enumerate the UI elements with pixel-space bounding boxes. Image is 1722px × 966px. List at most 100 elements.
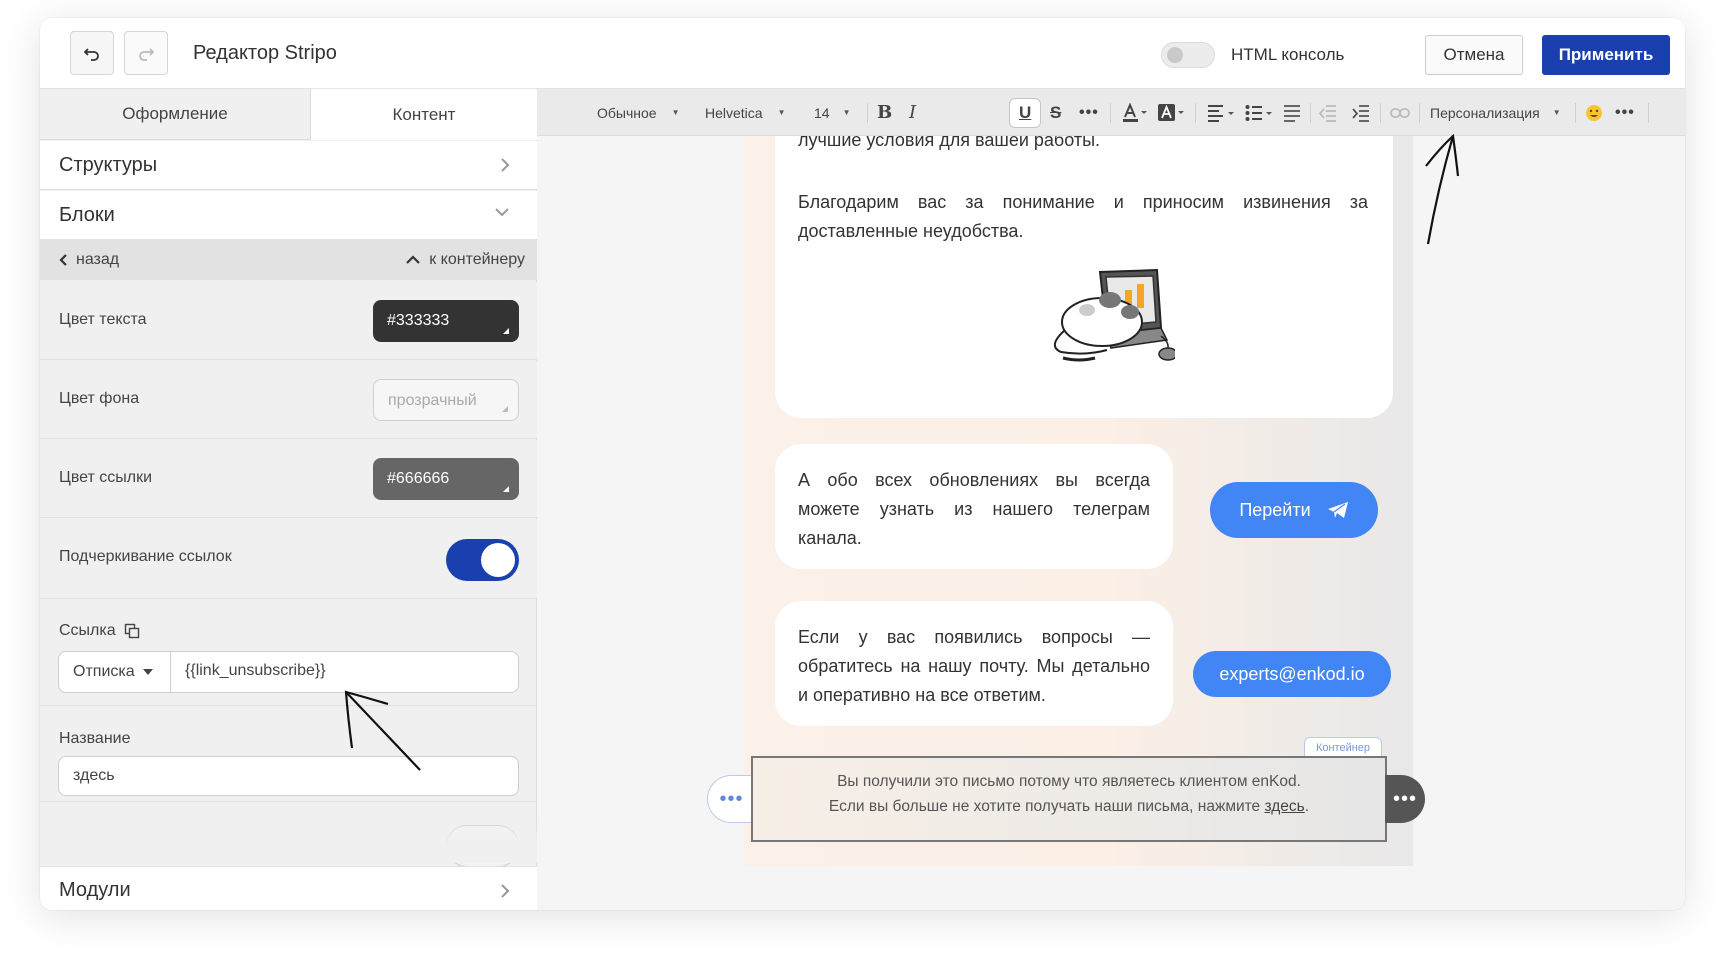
personalization-label: Персонализация: [1430, 104, 1540, 121]
divider: [867, 103, 868, 123]
highlight-color-icon[interactable]: [1157, 89, 1185, 136]
bg-color-placeholder: прозрачный: [388, 392, 477, 409]
telegram-card[interactable]: А обо всех обновлениях вы всегда можете …: [775, 444, 1173, 569]
font-size-value: 14: [814, 104, 830, 121]
accordion-structures[interactable]: Структуры: [40, 141, 537, 190]
font-select[interactable]: Helvetica ▼: [705, 89, 786, 136]
link-color-picker[interactable]: #666666: [373, 458, 519, 500]
font-size-select[interactable]: 14 ▼: [814, 89, 851, 136]
caret-down-icon: ▼: [777, 108, 786, 117]
font-value: Helvetica: [705, 104, 763, 121]
underline-icon[interactable]: U: [1019, 89, 1031, 136]
go-telegram-button[interactable]: Перейти: [1210, 482, 1378, 538]
outdent-icon[interactable]: [1319, 89, 1337, 136]
footer-line-1: Вы получили это письмо потому что являет…: [837, 773, 1301, 790]
strikethrough-icon[interactable]: S: [1050, 89, 1061, 136]
to-container-link[interactable]: к контейнеру: [405, 251, 525, 269]
text-color-picker[interactable]: #333333: [373, 300, 519, 342]
message-card[interactable]: лучшие условия для вашей работы. Благода…: [775, 136, 1393, 418]
bold-icon[interactable]: B: [877, 89, 892, 136]
copy-icon[interactable]: [124, 623, 140, 639]
scroll-fade: [40, 819, 537, 863]
indent-icon[interactable]: [1352, 89, 1370, 136]
block-actions-right-button[interactable]: •••: [1385, 775, 1425, 823]
divider: [1310, 103, 1311, 123]
italic-icon[interactable]: I: [909, 89, 916, 136]
toggle-knob: [481, 543, 515, 577]
redo-icon: [139, 48, 155, 61]
email-editor: Обычное ▼ Helvetica ▼ 14 ▼ B I U S ••• П…: [537, 89, 1685, 910]
undo-icon: [83, 48, 99, 61]
underline-links-label: Подчеркивание ссылок: [59, 548, 232, 565]
paragraph-style-select[interactable]: Обычное ▼: [597, 89, 680, 136]
block-actions-left-button[interactable]: •••: [707, 775, 755, 823]
bg-color-picker[interactable]: прозрачный: [373, 379, 519, 421]
redo-button[interactable]: [124, 31, 168, 75]
sleeping-cat-laptop-image[interactable]: [1045, 266, 1175, 366]
modules-label: Модули: [59, 879, 131, 901]
back-link[interactable]: назад: [58, 251, 119, 269]
footer-line-2: Если вы больше не хотите получать наши п…: [753, 794, 1385, 819]
text-color-value: #333333: [387, 312, 450, 329]
email-button[interactable]: experts@enkod.io: [1193, 651, 1391, 697]
editor-window: Редактор Stripo HTML консоль Отмена Прим…: [40, 18, 1685, 910]
text-toolbar: Обычное ▼ Helvetica ▼ 14 ▼ B I U S ••• П…: [537, 89, 1685, 136]
link-type-value: Отписка: [73, 663, 135, 680]
toggle-knob: [1167, 47, 1183, 63]
link-settings: Ссылка Отписка {{link_unsubscribe}}: [40, 600, 537, 706]
caret-down-icon: ▼: [1552, 108, 1561, 117]
divider: [1380, 103, 1381, 123]
text-color-row: Цвет текста #333333: [40, 282, 537, 360]
bg-color-label: Цвет фона: [59, 390, 140, 407]
divider: [1110, 103, 1111, 123]
html-console-label: HTML консоль: [1231, 45, 1345, 64]
block-navigation: назад к контейнеру: [40, 240, 537, 280]
footer-period: .: [1304, 798, 1310, 815]
line-height-icon[interactable]: [1283, 89, 1301, 136]
chevron-right-icon: [501, 158, 510, 172]
resize-corner-icon: [503, 486, 509, 492]
cut-off-paragraph[interactable]: лучшие условия для вашей работы.: [798, 136, 1368, 155]
divider: [1648, 103, 1649, 123]
more-options-icon[interactable]: •••: [1615, 89, 1635, 136]
unsubscribe-footer[interactable]: Вы получили это письмо потому что являет…: [751, 756, 1387, 842]
tab-content[interactable]: Контент: [310, 89, 537, 140]
name-input[interactable]: здесь: [58, 756, 519, 796]
top-bar: Редактор Stripo HTML консоль Отмена Прим…: [40, 18, 1685, 89]
footer-line-2-text: Если вы больше не хотите получать наши п…: [828, 798, 1261, 815]
paragraph-style-value: Обычное: [597, 104, 657, 121]
link-icon[interactable]: [1390, 89, 1410, 136]
back-label: назад: [76, 251, 120, 268]
bg-color-row: Цвет фона прозрачный: [40, 361, 537, 439]
updates-paragraph[interactable]: А обо всех обновлениях вы всегда можете …: [798, 466, 1150, 553]
questions-card[interactable]: Если у вас появились вопросы — обратитес…: [775, 601, 1173, 726]
link-color-row: Цвет ссылки #666666: [40, 440, 537, 518]
questions-paragraph[interactable]: Если у вас появились вопросы — обратитес…: [798, 623, 1150, 710]
accordion-modules[interactable]: Модули: [40, 866, 537, 910]
tab-design[interactable]: Оформление: [40, 89, 310, 140]
link-type-select[interactable]: Отписка: [59, 652, 171, 692]
more-format-icon[interactable]: •••: [1079, 89, 1099, 136]
align-icon[interactable]: [1207, 89, 1235, 136]
blocks-label: Блоки: [59, 204, 115, 226]
settings-sidebar: Оформление Контент Структуры Блоки назад…: [40, 89, 537, 910]
caret-down-icon: ▼: [671, 108, 680, 117]
go-button-label: Перейти: [1239, 499, 1311, 520]
undo-button[interactable]: [70, 31, 114, 75]
html-console-toggle[interactable]: [1161, 42, 1215, 68]
cancel-button[interactable]: Отмена: [1425, 35, 1523, 75]
thanks-paragraph[interactable]: Благодарим вас за понимание и приносим и…: [798, 188, 1368, 246]
accordion-blocks[interactable]: Блоки: [40, 191, 537, 240]
personalization-select[interactable]: Персонализация ▼: [1430, 89, 1561, 136]
unsubscribe-link[interactable]: здесь: [1265, 798, 1305, 815]
caret-down-icon: [142, 669, 153, 675]
text-color-tool-icon[interactable]: [1122, 89, 1148, 136]
apply-button[interactable]: Применить: [1542, 35, 1670, 75]
link-color-label: Цвет ссылки: [59, 469, 153, 486]
link-url-input[interactable]: {{link_unsubscribe}}: [185, 662, 326, 680]
underline-links-toggle[interactable]: [446, 539, 519, 581]
email-canvas: лучшие условия для вашей работы. Благода…: [537, 136, 1685, 910]
emoji-icon[interactable]: [1585, 89, 1603, 136]
name-label: Название: [59, 730, 131, 747]
list-icon[interactable]: [1245, 89, 1273, 136]
